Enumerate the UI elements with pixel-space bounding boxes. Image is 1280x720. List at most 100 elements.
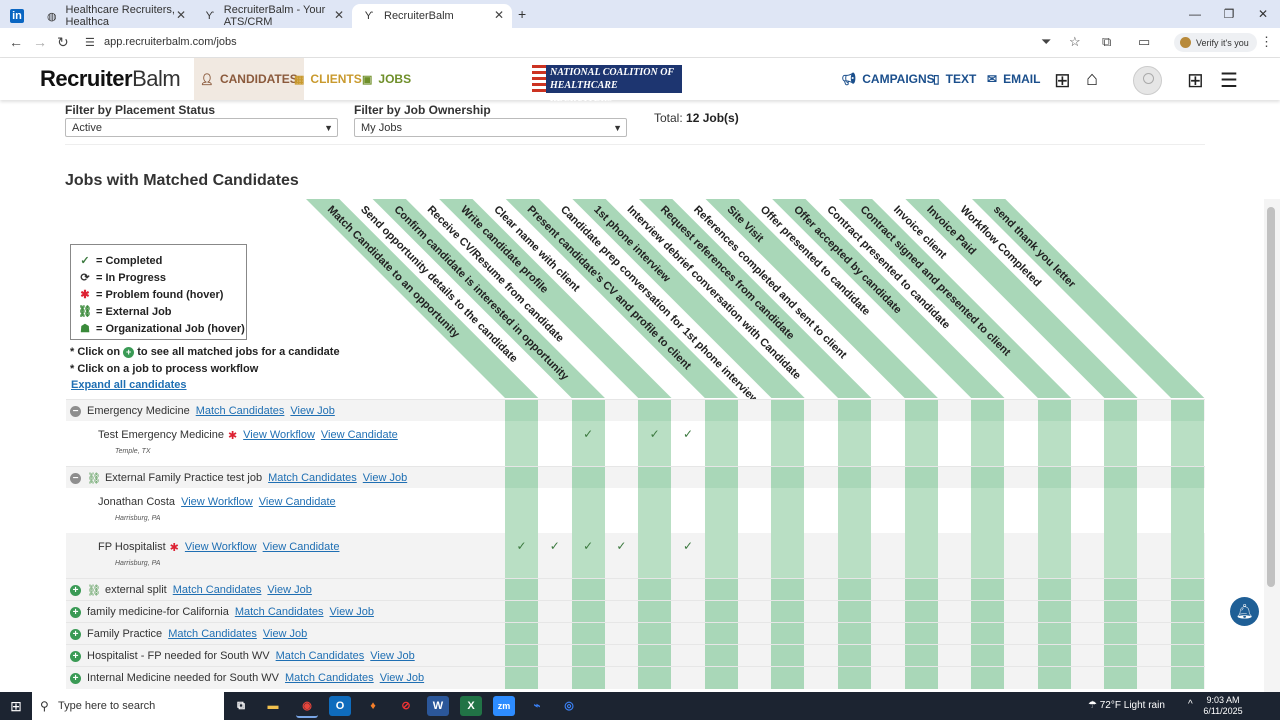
workflow-cell[interactable]: [1104, 667, 1138, 689]
workflow-cell[interactable]: [1005, 467, 1038, 489]
workflow-cell[interactable]: [1171, 533, 1204, 578]
workflow-cell[interactable]: [672, 667, 705, 689]
workflow-cell[interactable]: [704, 623, 738, 645]
workflow-cell[interactable]: [938, 645, 971, 667]
match-candidates-link[interactable]: Match Candidates: [235, 606, 324, 618]
workflow-cell[interactable]: [805, 467, 838, 489]
clock[interactable]: 9:03 AM 6/11/2025: [1200, 695, 1246, 717]
workflow-cell[interactable]: [505, 488, 538, 533]
workflow-cell[interactable]: [1171, 579, 1204, 601]
workflow-cell[interactable]: [938, 467, 971, 489]
app-icon[interactable]: ◎: [558, 696, 580, 716]
workflow-cell[interactable]: [838, 667, 871, 689]
nav-text[interactable]: ▯ TEXT: [933, 58, 976, 100]
workflow-cell[interactable]: [871, 667, 904, 689]
workflow-cell[interactable]: [638, 488, 672, 533]
workflow-cell[interactable]: [838, 533, 871, 578]
job-row[interactable]: + ⛓ external split Match Candidates View Job: [66, 578, 1205, 601]
workflow-cell[interactable]: [771, 533, 805, 578]
workflow-cell[interactable]: [1037, 667, 1071, 689]
workflow-cell[interactable]: [505, 421, 538, 466]
workflow-cell[interactable]: [738, 421, 771, 466]
workflow-cell[interactable]: [838, 579, 871, 601]
asterisk-icon[interactable]: ✱: [228, 429, 237, 442]
match-candidates-link[interactable]: Match Candidates: [173, 584, 262, 596]
workflow-cell[interactable]: [1005, 667, 1038, 689]
workflow-cell[interactable]: [538, 623, 571, 645]
weather-widget[interactable]: ☂ 72°F Light rain: [1088, 692, 1165, 720]
workflow-cell[interactable]: [672, 467, 705, 489]
expand-icon[interactable]: +: [70, 650, 81, 662]
scrollbar[interactable]: [1264, 199, 1280, 692]
workflow-cell[interactable]: [1071, 579, 1104, 601]
notification-bell-icon[interactable]: 🔔︎: [1230, 597, 1259, 626]
workflow-cell[interactable]: [538, 579, 571, 601]
workflow-cell[interactable]: [538, 421, 571, 466]
workflow-cell[interactable]: [838, 488, 871, 533]
workflow-cell[interactable]: [871, 645, 904, 667]
workflow-cell[interactable]: [1071, 421, 1104, 466]
candidate-name[interactable]: FP Hospitalist: [98, 541, 166, 553]
workflow-cell[interactable]: [704, 421, 738, 466]
workflow-cell[interactable]: [738, 645, 771, 667]
job-row[interactable]: − ⛓ External Family Practice test job Match…: [66, 466, 1205, 489]
workflow-cell[interactable]: [1005, 601, 1038, 623]
workflow-cell[interactable]: [1138, 645, 1171, 667]
workflow-cell[interactable]: [871, 623, 904, 645]
workflow-cell[interactable]: [1037, 623, 1071, 645]
workflow-cell[interactable]: [638, 645, 672, 667]
workflow-cell[interactable]: [1171, 601, 1204, 623]
workflow-cell[interactable]: [1104, 645, 1138, 667]
chevron-up-icon[interactable]: ^: [1188, 699, 1193, 710]
nav-jobs[interactable]: ▣ JOBS: [356, 58, 417, 100]
workflow-cell[interactable]: [904, 579, 938, 601]
job-title[interactable]: Hospitalist - FP needed for South WV: [87, 650, 270, 662]
workflow-cell[interactable]: [538, 667, 571, 689]
app-icon[interactable]: ⊘: [395, 696, 417, 716]
workflow-cell[interactable]: [505, 667, 538, 689]
job-title[interactable]: Family Practice: [87, 628, 162, 640]
windows-start-icon[interactable]: ⊞: [0, 692, 32, 720]
workflow-cell[interactable]: [971, 601, 1005, 623]
workflow-cell[interactable]: [805, 579, 838, 601]
workflow-cell[interactable]: [838, 467, 871, 489]
asterisk-icon[interactable]: ✱: [170, 541, 179, 554]
workflow-cell[interactable]: [1071, 533, 1104, 578]
workflow-cell[interactable]: [505, 645, 538, 667]
workflow-cell[interactable]: [704, 533, 738, 578]
task-view-icon[interactable]: ⧉: [230, 696, 252, 716]
workflow-cell[interactable]: [938, 488, 971, 533]
workflow-cell[interactable]: [1005, 400, 1038, 422]
workflow-cell[interactable]: [805, 601, 838, 623]
workflow-cell[interactable]: [1037, 601, 1071, 623]
brand-logo[interactable]: RecruiterBalm: [40, 66, 181, 92]
workflow-cell[interactable]: [1138, 488, 1171, 533]
workflow-cell[interactable]: [571, 601, 605, 623]
workflow-cell[interactable]: [871, 579, 904, 601]
job-title[interactable]: family medicine-for California: [87, 606, 229, 618]
workflow-cell[interactable]: [904, 667, 938, 689]
workflow-cell[interactable]: [838, 623, 871, 645]
workflow-cell[interactable]: [638, 579, 672, 601]
workflow-cell[interactable]: [538, 601, 571, 623]
match-candidates-link[interactable]: Match Candidates: [285, 672, 374, 684]
workflow-cell[interactable]: [771, 667, 805, 689]
workflow-cell[interactable]: [1171, 488, 1204, 533]
workflow-cell[interactable]: [1104, 601, 1138, 623]
hamburger-menu-icon[interactable]: ☰: [1220, 68, 1238, 93]
avatar[interactable]: [1133, 66, 1162, 95]
workflow-cell[interactable]: [838, 400, 871, 422]
workflow-cell[interactable]: [605, 488, 638, 533]
workflow-cell[interactable]: [672, 601, 705, 623]
workflow-cell[interactable]: [805, 667, 838, 689]
workflow-cell[interactable]: [638, 400, 672, 422]
workflow-cell[interactable]: [638, 667, 672, 689]
workflow-cell[interactable]: [605, 400, 638, 422]
workflow-cell[interactable]: [1037, 421, 1071, 466]
workflow-cell[interactable]: [771, 645, 805, 667]
workflow-cell[interactable]: [938, 400, 971, 422]
workflow-cell[interactable]: [704, 400, 738, 422]
chrome-icon[interactable]: ◉: [296, 696, 318, 718]
workflow-cell[interactable]: [571, 623, 605, 645]
workflow-cell[interactable]: [971, 400, 1005, 422]
